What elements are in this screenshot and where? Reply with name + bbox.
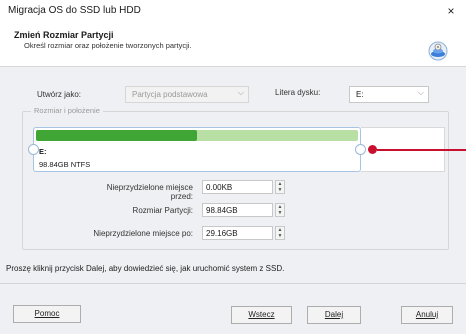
close-icon[interactable]: ×: [436, 0, 466, 22]
wizard-header: Zmień Rozmiar Partycji Określ rozmiar or…: [0, 22, 466, 67]
group-legend: Rozmiar i położenie: [31, 106, 103, 115]
footer-divider: [0, 283, 466, 284]
partition-size-input[interactable]: 98.84GB: [202, 203, 273, 217]
partition-info: 98.84GB NTFS: [39, 160, 91, 169]
cancel-button[interactable]: Anuluj: [401, 306, 453, 324]
back-button-label: Wstecz: [248, 310, 275, 319]
drive-letter-value: E:: [356, 90, 364, 99]
page-subtitle: Określ rozmiar oraz położenie tworzonych…: [24, 41, 192, 50]
unalloc-before-spinner[interactable]: ▲ ▼: [275, 180, 285, 194]
page-title: Zmień Rozmiar Partycji: [14, 30, 114, 40]
resize-handle-left[interactable]: [28, 144, 39, 155]
unalloc-after-label: Nieprzydzielone miejsce po:: [93, 229, 193, 238]
partition-name: E:: [39, 147, 47, 156]
unalloc-before-input[interactable]: 0.00KB: [202, 180, 273, 194]
drive-letter-select[interactable]: E: ⌵: [349, 86, 429, 103]
chevron-down-icon: ⌵: [417, 88, 424, 97]
unalloc-after-spinner[interactable]: ▲ ▼: [275, 226, 285, 240]
disk-settings-icon: [428, 41, 448, 61]
unalloc-before-label: Nieprzydzielone miejsce przed:: [106, 183, 193, 201]
unalloc-after-input[interactable]: 29.16GB: [202, 226, 273, 240]
partition-size-label: Rozmiar Partycji:: [132, 206, 193, 215]
callout-marker-line: [377, 149, 466, 151]
drive-letter-label: Litera dysku:: [275, 88, 321, 97]
chevron-down-icon: ⌵: [237, 88, 244, 97]
back-button[interactable]: Wstecz: [231, 306, 292, 324]
window-title: Migracja OS do SSD lub HDD: [8, 5, 141, 16]
create-as-select: Partycja podstawowa ⌵: [125, 86, 249, 103]
partition-usage-fill: [36, 130, 197, 141]
next-button-label: Dalej: [324, 310, 344, 319]
create-as-label: Utwórz jako:: [37, 90, 82, 99]
create-as-value: Partycja podstawowa: [132, 90, 208, 99]
partition-block[interactable]: E: 98.84GB NTFS: [33, 127, 361, 172]
cancel-button-label: Anuluj: [415, 310, 439, 319]
title-bar: Migracja OS do SSD lub HDD ×: [0, 0, 466, 22]
help-button-label: Pomoc: [34, 309, 60, 318]
partition-size-spinner[interactable]: ▲ ▼: [275, 203, 285, 217]
callout-marker-dot: [368, 145, 377, 154]
partition-usage-bar: [36, 130, 358, 141]
next-button[interactable]: Dalej: [307, 306, 361, 324]
info-message: Proszę kliknij przycisk Dalej, aby dowie…: [6, 264, 285, 273]
help-button[interactable]: Pomoc: [13, 305, 81, 323]
resize-handle-right[interactable]: [355, 144, 366, 155]
